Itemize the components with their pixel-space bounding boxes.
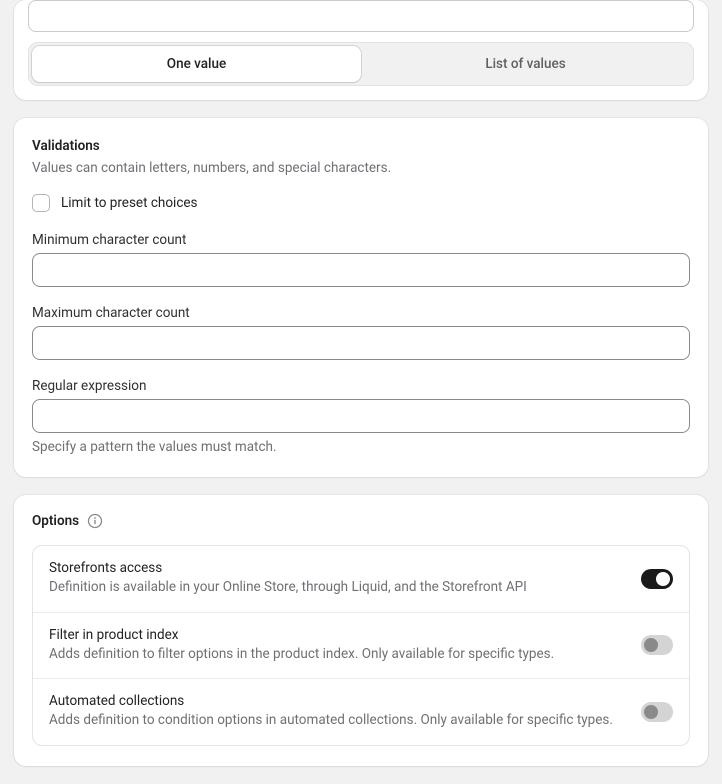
option-filter-product-index: Filter in product index Adds definition …: [33, 612, 689, 679]
segmented-list-of-values[interactable]: List of values: [361, 46, 690, 82]
max-char-field: Maximum character count: [32, 305, 690, 360]
max-char-input[interactable]: [32, 326, 690, 360]
options-title: Options: [32, 513, 79, 529]
min-char-field: Minimum character count: [32, 232, 690, 287]
max-char-label: Maximum character count: [32, 305, 690, 321]
validations-card: Validations Values can contain letters, …: [14, 118, 708, 477]
preceding-input-placeholder[interactable]: [28, 0, 694, 32]
option-text: Storefronts access Definition is availab…: [49, 560, 625, 598]
regex-label: Regular expression: [32, 378, 690, 394]
filter-product-index-toggle[interactable]: [641, 635, 673, 655]
automated-collections-toggle[interactable]: [641, 702, 673, 722]
options-list: Storefronts access Definition is availab…: [32, 545, 690, 746]
options-header: Options: [32, 513, 690, 529]
storefronts-access-toggle[interactable]: [641, 569, 673, 589]
value-mode-segmented: One value List of values: [28, 42, 694, 86]
min-char-label: Minimum character count: [32, 232, 690, 248]
option-text: Automated collections Adds definition to…: [49, 693, 625, 731]
validations-title: Validations: [32, 138, 690, 154]
min-char-input[interactable]: [32, 253, 690, 287]
option-automated-collections: Automated collections Adds definition to…: [33, 678, 689, 745]
limit-preset-row: Limit to preset choices: [32, 194, 690, 212]
regex-input[interactable]: [32, 399, 690, 433]
regex-field: Regular expression Specify a pattern the…: [32, 378, 690, 455]
value-type-card: One value List of values: [14, 0, 708, 100]
regex-help: Specify a pattern the values must match.: [32, 439, 690, 455]
segmented-one-value[interactable]: One value: [32, 46, 361, 82]
option-storefronts-access: Storefronts access Definition is availab…: [33, 546, 689, 612]
option-description: Adds definition to filter options in the…: [49, 645, 625, 665]
option-description: Definition is available in your Online S…: [49, 578, 625, 598]
option-title: Automated collections: [49, 693, 625, 709]
validations-description: Values can contain letters, numbers, and…: [32, 160, 690, 176]
options-card: Options Storefronts access Definition is…: [14, 495, 708, 766]
option-title: Storefronts access: [49, 560, 625, 576]
limit-preset-checkbox[interactable]: [32, 194, 50, 212]
option-description: Adds definition to condition options in …: [49, 711, 625, 731]
info-icon[interactable]: [87, 513, 103, 529]
option-text: Filter in product index Adds definition …: [49, 627, 625, 665]
limit-preset-label: Limit to preset choices: [61, 195, 198, 211]
option-title: Filter in product index: [49, 627, 625, 643]
